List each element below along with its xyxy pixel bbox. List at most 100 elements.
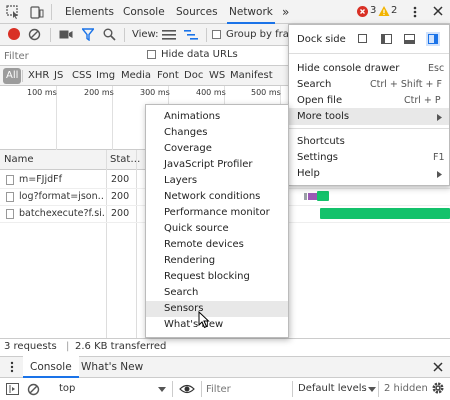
group-by-frame-checkbox[interactable] (212, 30, 221, 39)
sidebar-toggle-icon[interactable] (6, 383, 19, 395)
submenu-arrow-icon (437, 170, 442, 178)
tick-label: 400 ms (196, 88, 226, 97)
dock-side-label: Dock side (297, 34, 346, 45)
request-name[interactable]: log?format=json… (19, 189, 105, 205)
menu-item-layers[interactable]: Layers (146, 173, 288, 189)
clear-icon[interactable] (28, 28, 41, 41)
error-count[interactable]: 3 (370, 5, 376, 16)
filter-icon[interactable] (81, 28, 95, 42)
type-filter-xhr[interactable]: XHR (28, 66, 49, 86)
menu-item-animations[interactable]: Animations (146, 109, 288, 125)
warning-count[interactable]: 2 (391, 5, 397, 16)
tab-network[interactable]: Network (227, 0, 275, 24)
overview-icon[interactable] (184, 29, 198, 41)
type-filter-css[interactable]: CSS (72, 66, 92, 86)
device-toolbar-icon[interactable] (30, 5, 44, 19)
type-filter-font[interactable]: Font (157, 66, 179, 86)
type-filter-img[interactable]: Img (96, 66, 115, 86)
type-filter-media[interactable]: Media (121, 66, 151, 86)
more-tabs-button[interactable]: » (282, 0, 289, 24)
menu-item-rendering[interactable]: Rendering (146, 253, 288, 269)
kebab-menu-icon[interactable] (410, 5, 420, 19)
undock-icon[interactable] (358, 34, 367, 43)
menu-item-quick-source[interactable]: Quick source (146, 221, 288, 237)
tick-label: 300 ms (140, 88, 170, 97)
menu-item-sensors[interactable]: Sensors (146, 301, 288, 317)
type-filter-manifest[interactable]: Manifest (230, 66, 273, 86)
drawer-menu-icon[interactable] (6, 361, 18, 373)
type-filter-all[interactable]: All (3, 68, 22, 84)
shortcut-search: Ctrl + Shift + F (370, 79, 442, 90)
live-expression-eye-icon[interactable] (179, 383, 195, 395)
filter-input[interactable] (4, 48, 132, 64)
menu-item-request-blocking[interactable]: Request blocking (146, 269, 288, 285)
toolbar-divider (50, 28, 51, 42)
tab-sources[interactable]: Sources (176, 0, 218, 24)
menu-separator (289, 128, 449, 129)
request-name[interactable]: m=FJjdFf (19, 172, 105, 188)
dock-bottom-icon[interactable] (404, 34, 415, 44)
group-by-frame-label: Group by fra (226, 29, 289, 40)
drawer-tab-whats-new[interactable]: What's New (81, 356, 143, 378)
inspect-element-icon[interactable] (6, 5, 20, 19)
tick-label: 500 ms (251, 88, 281, 97)
type-filter-ws[interactable]: WS (209, 66, 225, 86)
request-status: 200 (111, 191, 130, 202)
request-count: 3 requests (4, 341, 57, 352)
menu-item-performance-monitor[interactable]: Performance monitor (146, 205, 288, 221)
menu-separator (289, 53, 449, 54)
menu-item-remote-devices[interactable]: Remote devices (146, 237, 288, 253)
mouse-cursor-icon (198, 310, 210, 329)
menu-item-hide-console-drawer[interactable]: Hide console drawer (297, 61, 399, 77)
view-label: View: (132, 29, 159, 40)
menu-item-settings[interactable]: Settings (297, 150, 338, 166)
menu-item-coverage[interactable]: Coverage (146, 141, 288, 157)
large-rows-icon[interactable] (162, 29, 176, 41)
context-selector-value: top (59, 383, 76, 394)
tab-console[interactable]: Console (123, 0, 165, 24)
file-icon (6, 209, 14, 219)
menu-item-more-tools-label: More tools (297, 111, 350, 122)
shortcut-settings: F1 (433, 152, 445, 163)
search-icon[interactable] (103, 28, 116, 41)
error-icon (357, 6, 368, 17)
close-devtools-icon[interactable] (432, 5, 444, 17)
clear-console-icon[interactable] (27, 383, 40, 396)
menu-item-network-conditions[interactable]: Network conditions (146, 189, 288, 205)
menu-item-search[interactable]: Search (297, 77, 331, 93)
menu-item-changes[interactable]: Changes (146, 125, 288, 141)
type-filter-js[interactable]: JS (54, 66, 63, 86)
menu-item-whats-new[interactable]: What's New (146, 317, 288, 333)
type-filter-doc[interactable]: Doc (184, 66, 203, 86)
file-icon (6, 175, 14, 185)
submenu-arrow-icon (437, 113, 442, 121)
request-name[interactable]: batchexecute?f.si… (19, 206, 105, 222)
menu-item-shortcuts[interactable]: Shortcuts (297, 134, 345, 150)
menu-item-open-file[interactable]: Open file (297, 93, 342, 109)
dock-right-icon[interactable] (426, 32, 440, 46)
status-divider: | (66, 341, 70, 352)
request-status: 200 (111, 174, 130, 185)
drawer-tab-console[interactable]: Console (23, 356, 79, 378)
dock-left-icon[interactable] (381, 34, 392, 44)
menu-item-help[interactable]: Help (297, 166, 320, 182)
menu-item-search[interactable]: Search (146, 285, 288, 301)
log-levels-dropdown[interactable]: Default levels (298, 383, 367, 394)
more-tools-submenu: Animations Changes Coverage JavaScript P… (145, 104, 289, 338)
column-header-name[interactable]: Name (4, 150, 34, 170)
toolbar-divider (206, 28, 207, 42)
file-icon (6, 192, 14, 202)
tab-divider (51, 4, 52, 20)
console-filter-input[interactable] (206, 381, 290, 397)
tab-elements[interactable]: Elements (65, 0, 114, 24)
record-icon[interactable] (8, 28, 20, 40)
request-status: 200 (111, 208, 130, 219)
transferred-size: 2.6 KB transferred (75, 341, 167, 352)
console-divider (172, 381, 173, 397)
hidden-messages-count: 2 hidden (384, 383, 428, 394)
screenshot-icon[interactable] (59, 29, 73, 40)
hide-data-urls-checkbox[interactable] (147, 50, 156, 59)
close-drawer-icon[interactable] (432, 361, 444, 373)
console-settings-gear-icon[interactable] (431, 381, 445, 395)
menu-item-javascript-profiler[interactable]: JavaScript Profiler (146, 157, 288, 173)
